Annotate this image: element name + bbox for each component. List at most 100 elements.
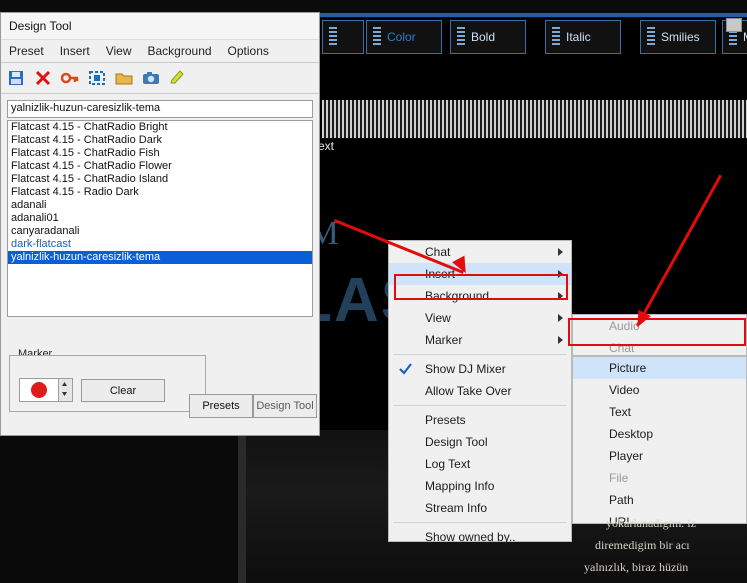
highlighter-icon[interactable] bbox=[169, 70, 187, 86]
delete-icon[interactable] bbox=[34, 70, 52, 86]
chevron-right-icon bbox=[558, 336, 563, 344]
menu-item-path-label: Path bbox=[609, 493, 634, 507]
list-item[interactable]: adanali01 bbox=[8, 212, 312, 225]
menu-item-desktop[interactable]: Desktop bbox=[573, 423, 746, 445]
menu-item-show-dj-mixer[interactable]: Show DJ Mixer bbox=[389, 358, 571, 380]
menu-item-show-owned-by-label: Show owned by.. bbox=[425, 530, 516, 544]
grip-icon bbox=[373, 27, 381, 47]
menu-item-marker-label: Marker bbox=[425, 333, 462, 347]
overlay-text-line1: yokarlanadigim. iz bbox=[606, 516, 696, 531]
list-item[interactable]: Flatcast 4.15 - ChatRadio Bright bbox=[8, 121, 312, 134]
toolbar-button-bold-label: Bold bbox=[471, 30, 495, 44]
menu-item-design-tool-label: Design Tool bbox=[425, 435, 487, 449]
toolbar-button-partial[interactable] bbox=[322, 20, 364, 54]
chevron-right-icon bbox=[558, 248, 563, 256]
menu-item-mapping-info-label: Mapping Info bbox=[425, 479, 494, 493]
list-item[interactable]: canyaradanali bbox=[8, 225, 312, 238]
marker-color-dot bbox=[31, 382, 47, 398]
menu-item-file: File bbox=[573, 467, 746, 489]
menu-item-stream-info-label: Stream Info bbox=[425, 501, 487, 515]
toolbar-button-smilies-label: Smilies bbox=[661, 30, 700, 44]
checkmark-icon bbox=[399, 362, 412, 375]
design-tool-button[interactable]: Design Tool bbox=[253, 394, 317, 418]
select-icon[interactable] bbox=[88, 70, 106, 86]
overlay-text-line2: diremedigim bir acı bbox=[595, 538, 690, 553]
text-label-stray: ext bbox=[318, 139, 334, 153]
menu-item-picture-label: Picture bbox=[609, 361, 646, 375]
menu-item-log-text-label: Log Text bbox=[425, 457, 470, 471]
list-item[interactable]: Flatcast 4.15 - ChatRadio Island bbox=[8, 173, 312, 186]
clear-button[interactable]: Clear bbox=[81, 379, 165, 402]
toolbar-button-color[interactable]: Color bbox=[366, 20, 442, 54]
design-tool-window: Design Tool Preset Insert View Backgroun… bbox=[0, 12, 320, 436]
menu-item-preset[interactable]: Preset bbox=[1, 42, 52, 60]
menu-item-text[interactable]: Text bbox=[573, 401, 746, 423]
minimize-button[interactable] bbox=[726, 18, 742, 32]
list-item[interactable]: dark-flatcast bbox=[8, 238, 312, 251]
menu-item-log-text[interactable]: Log Text bbox=[389, 453, 571, 475]
grip-icon bbox=[457, 27, 465, 47]
menu-item-file-label: File bbox=[609, 471, 628, 485]
menu-item-view[interactable]: View bbox=[389, 307, 571, 329]
toolbar-button-bold[interactable]: Bold bbox=[450, 20, 526, 54]
menu-item-mapping-info[interactable]: Mapping Info bbox=[389, 475, 571, 497]
menu-item-picture[interactable]: Picture bbox=[573, 357, 746, 379]
menu-item-player[interactable]: Player bbox=[573, 445, 746, 467]
preset-list[interactable]: Flatcast 4.15 - ChatRadio Bright Flatcas… bbox=[7, 120, 313, 317]
menu-item-options[interactable]: Options bbox=[220, 42, 277, 60]
list-item[interactable]: Flatcast 4.15 - ChatRadio Fish bbox=[8, 147, 312, 160]
key-icon[interactable] bbox=[61, 70, 79, 86]
chevron-right-icon bbox=[558, 314, 563, 322]
list-item[interactable]: Flatcast 4.15 - ChatRadio Flower bbox=[8, 160, 312, 173]
save-icon[interactable] bbox=[7, 70, 25, 86]
toolbar-button-smilies[interactable]: Smilies bbox=[640, 20, 716, 54]
marker-color-swatch[interactable] bbox=[19, 378, 59, 402]
menu-item-presets-label: Presets bbox=[425, 413, 466, 427]
menu-item-video-label: Video bbox=[609, 383, 639, 397]
list-item[interactable]: Flatcast 4.15 - ChatRadio Dark bbox=[8, 134, 312, 147]
list-item[interactable]: Flatcast 4.15 - Radio Dark bbox=[8, 186, 312, 199]
annotation-box-picture bbox=[568, 318, 746, 346]
menu-separator bbox=[393, 354, 567, 355]
design-tool-title: Design Tool bbox=[9, 19, 71, 33]
toolbar-button-color-label: Color bbox=[387, 30, 416, 44]
menu-item-insert[interactable]: Insert bbox=[52, 42, 98, 60]
menu-item-allow-take-over[interactable]: Allow Take Over bbox=[389, 380, 571, 402]
grip-icon bbox=[329, 27, 337, 47]
design-tool-menubar: Preset Insert View Background Options bbox=[1, 40, 319, 63]
menu-item-path[interactable]: Path bbox=[573, 489, 746, 511]
menu-item-allow-take-over-label: Allow Take Over bbox=[425, 384, 511, 398]
grip-icon bbox=[552, 27, 560, 47]
list-item[interactable]: adanali bbox=[8, 199, 312, 212]
toolbar-button-more-label: M bbox=[743, 30, 747, 44]
menu-item-marker[interactable]: Marker bbox=[389, 329, 571, 351]
context-menu-insert: Picture Video Text Desktop Player File P… bbox=[572, 356, 747, 524]
menu-item-show-owned-by[interactable]: Show owned by.. bbox=[389, 526, 571, 548]
menu-item-video[interactable]: Video bbox=[573, 379, 746, 401]
menu-item-desktop-label: Desktop bbox=[609, 427, 653, 441]
audio-spectrum-display bbox=[322, 100, 747, 138]
camera-icon[interactable] bbox=[142, 70, 160, 86]
open-folder-icon[interactable] bbox=[115, 70, 133, 86]
menu-item-view[interactable]: View bbox=[98, 42, 140, 60]
list-item-selected[interactable]: yalnizlik-huzun-caresizlik-tema bbox=[8, 251, 312, 264]
menu-item-presets[interactable]: Presets bbox=[389, 409, 571, 431]
menu-item-view-label: View bbox=[425, 311, 451, 325]
design-tool-titlebar[interactable]: Design Tool bbox=[1, 13, 319, 40]
menu-separator bbox=[393, 405, 567, 406]
menu-item-text-label: Text bbox=[609, 405, 631, 419]
overlay-text-line3: yalnızlık, biraz hüzün bbox=[584, 560, 688, 575]
menu-separator bbox=[393, 522, 567, 523]
presets-button[interactable]: Presets bbox=[189, 394, 253, 418]
toolbar-button-italic[interactable]: Italic bbox=[545, 20, 621, 54]
menu-item-stream-info[interactable]: Stream Info bbox=[389, 497, 571, 519]
menu-item-design-tool[interactable]: Design Tool bbox=[389, 431, 571, 453]
marker-color-stepper[interactable] bbox=[58, 378, 73, 402]
design-tool-toolbar bbox=[1, 63, 319, 94]
preset-name-input[interactable]: yalnizlik-huzun-caresizlik-tema bbox=[7, 100, 313, 118]
toolbar-button-italic-label: Italic bbox=[566, 30, 591, 44]
annotation-box-insert bbox=[394, 274, 568, 300]
lower-left-panel bbox=[0, 430, 245, 583]
menu-item-background[interactable]: Background bbox=[140, 42, 220, 60]
grip-icon bbox=[647, 27, 655, 47]
